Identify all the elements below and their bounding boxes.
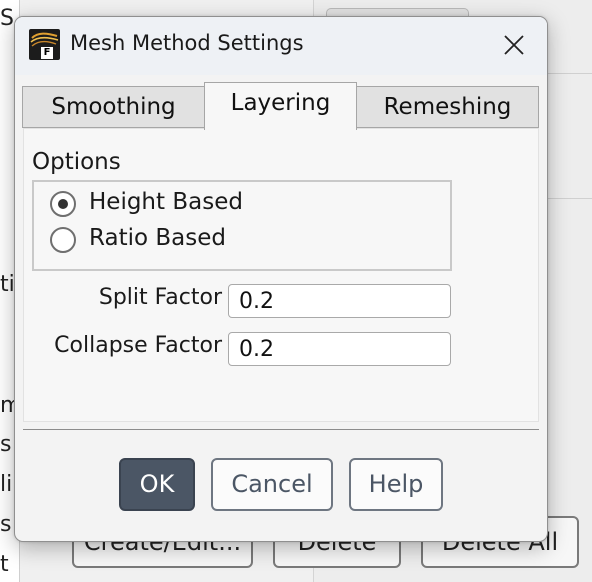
height-based-radio[interactable] <box>50 191 76 217</box>
split-factor-input[interactable] <box>228 284 451 318</box>
height-based-label[interactable]: Height Based <box>89 189 243 215</box>
dialog-titlebar: F Mesh Method Settings <box>15 17 547 75</box>
tab-smoothing[interactable]: Smoothing <box>22 86 205 128</box>
cancel-button[interactable]: Cancel <box>211 458 333 511</box>
split-factor-label: Split Factor <box>98 285 222 310</box>
help-button[interactable]: Help <box>349 458 443 511</box>
button-separator <box>23 429 539 430</box>
background-text-fragment: t <box>0 552 9 577</box>
fluent-app-icon: F <box>29 29 60 60</box>
tab-layering[interactable]: Layering <box>204 82 357 130</box>
mesh-method-settings-dialog: F Mesh Method Settings Smoothing Layerin… <box>14 16 548 542</box>
ratio-based-label[interactable]: Ratio Based <box>89 225 226 251</box>
options-label: Options <box>32 149 121 175</box>
ok-button[interactable]: OK <box>119 458 195 511</box>
tab-remeshing[interactable]: Remeshing <box>356 86 539 128</box>
ratio-based-radio[interactable] <box>50 227 76 253</box>
close-icon <box>504 35 524 55</box>
collapse-factor-input[interactable] <box>228 332 451 366</box>
close-button[interactable] <box>489 25 539 65</box>
dialog-title: Mesh Method Settings <box>70 31 304 55</box>
collapse-factor-label: Collapse Factor <box>54 333 222 358</box>
app-icon-letter: F <box>41 47 53 59</box>
